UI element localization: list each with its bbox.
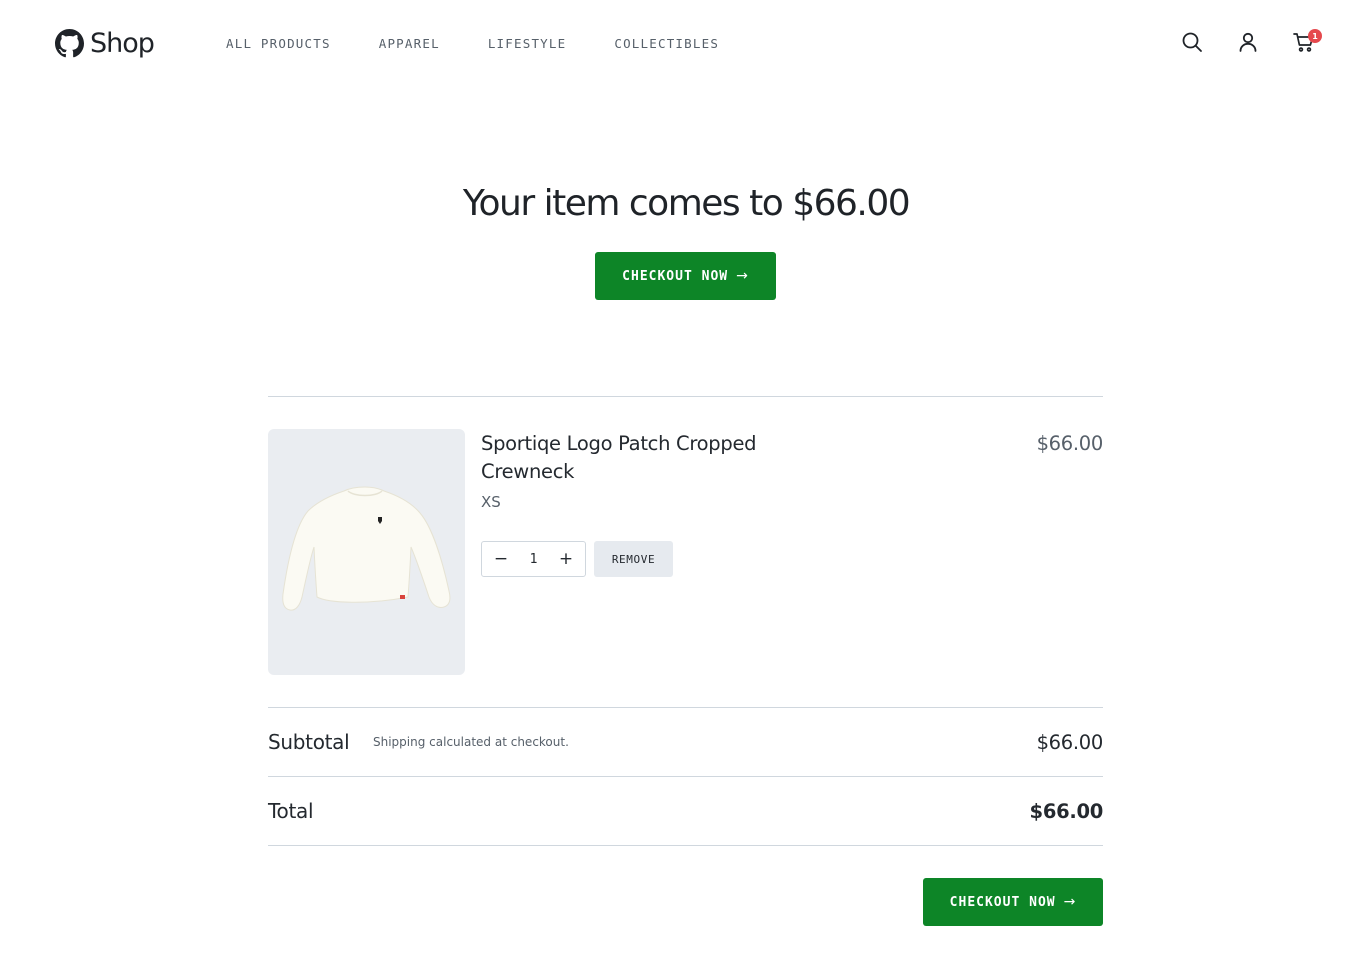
- nav-item-all-products[interactable]: ALL PRODUCTS: [226, 36, 331, 51]
- search-button[interactable]: [1179, 29, 1205, 55]
- checkout-now-button-top[interactable]: CHECKOUT NOW →: [595, 252, 776, 300]
- shop-logo-text: Shop: [90, 27, 155, 59]
- product-price: $66.00: [1036, 432, 1104, 455]
- plus-icon[interactable]: +: [557, 549, 575, 569]
- product-variant: XS: [481, 493, 501, 511]
- quantity-value[interactable]: 1: [530, 552, 538, 567]
- account-button[interactable]: [1235, 29, 1261, 55]
- total-value: $66.00: [1029, 800, 1104, 823]
- arrow-right-icon: →: [736, 268, 749, 284]
- nav-item-collectibles[interactable]: COLLECTIBLES: [614, 36, 719, 51]
- checkout-now-label: CHECKOUT NOW: [949, 894, 1056, 910]
- checkout-now-label: CHECKOUT NOW: [622, 268, 729, 284]
- divider: [268, 707, 1103, 708]
- product-name[interactable]: Sportiqe Logo Patch Cropped Crewneck: [481, 430, 801, 486]
- crewneck-image: [282, 486, 451, 611]
- cart-count-badge: 1: [1308, 29, 1322, 43]
- search-icon: [1182, 32, 1202, 52]
- subtotal-label: Subtotal: [268, 730, 350, 754]
- divider: [268, 396, 1103, 397]
- total-label: Total: [268, 799, 314, 823]
- site-header: Shop ALL PRODUCTS APPAREL LIFESTYLE COLL…: [0, 0, 1361, 86]
- page-title: Your item comes to $66.00: [462, 183, 911, 224]
- shop-logo[interactable]: Shop: [55, 27, 155, 59]
- nav-item-lifestyle[interactable]: LIFESTYLE: [488, 36, 567, 51]
- quantity-stepper: − 1 +: [481, 541, 586, 577]
- nav-item-apparel[interactable]: APPAREL: [379, 36, 440, 51]
- product-image[interactable]: [268, 429, 465, 675]
- divider: [268, 845, 1103, 846]
- shipping-note: Shipping calculated at checkout.: [373, 735, 569, 749]
- arrow-right-icon: →: [1063, 894, 1077, 910]
- minus-icon[interactable]: −: [492, 549, 510, 569]
- divider: [268, 776, 1103, 777]
- checkout-now-button-bottom[interactable]: CHECKOUT NOW →: [923, 878, 1103, 926]
- main-nav: ALL PRODUCTS APPAREL LIFESTYLE COLLECTIB…: [226, 36, 767, 51]
- user-icon: [1239, 32, 1257, 52]
- remove-button[interactable]: REMOVE: [594, 541, 673, 577]
- subtotal-value: $66.00: [1036, 731, 1104, 754]
- github-mark-icon: [55, 28, 84, 57]
